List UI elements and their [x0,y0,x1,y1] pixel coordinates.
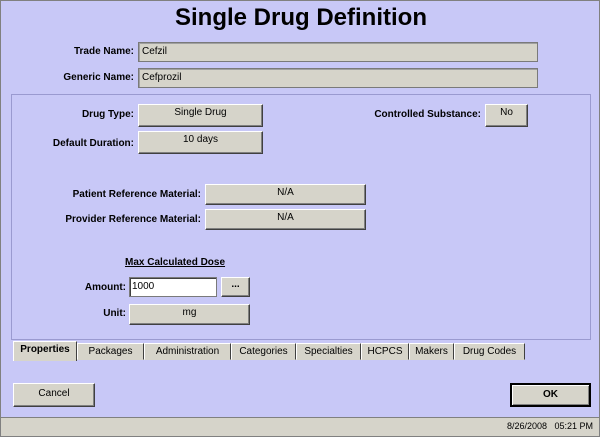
tab-properties[interactable]: Properties [13,341,77,361]
status-datetime: 8/26/2008 05:21 PM [506,421,593,431]
single-drug-definition-window: Single Drug Definition Trade Name: Cefzi… [0,0,600,437]
cancel-button[interactable]: Cancel [13,383,95,407]
tab-categories[interactable]: Categories [231,343,296,360]
controlled-substance-label: Controlled Substance: [374,109,481,120]
tab-packages[interactable]: Packages [77,343,144,360]
controlled-substance-button[interactable]: No [485,104,528,127]
drug-type-button[interactable]: Single Drug [138,104,263,127]
unit-button[interactable]: mg [129,304,250,325]
provider-reference-button[interactable]: N/A [205,209,366,230]
status-bar: 8/26/2008 05:21 PM [1,417,599,436]
trade-name-label: Trade Name: [73,46,134,57]
max-calculated-dose-heading: Max Calculated Dose [125,257,226,268]
generic-name-label: Generic Name: [63,72,134,83]
window-title: Single Drug Definition [175,4,427,31]
unit-label: Unit: [103,308,126,319]
provider-reference-label: Provider Reference Material: [65,214,201,225]
tab-specialties[interactable]: Specialties [296,343,361,360]
tab-drug-codes[interactable]: Drug Codes [454,343,525,360]
drug-type-label: Drug Type: [81,109,134,120]
amount-input[interactable]: 1000 [129,277,217,297]
tab-hcpcs[interactable]: HCPCS [361,343,409,360]
default-duration-label: Default Duration: [52,138,134,149]
patient-reference-label: Patient Reference Material: [72,189,201,200]
amount-browse-button[interactable]: ... [221,277,250,297]
default-duration-button[interactable]: 10 days [138,131,263,154]
ok-button[interactable]: OK [510,383,591,407]
trade-name-field[interactable]: Cefzil [138,42,538,62]
patient-reference-button[interactable]: N/A [205,184,366,205]
tab-makers[interactable]: Makers [409,343,454,360]
generic-name-field[interactable]: Cefprozil [138,68,538,88]
amount-label: Amount: [84,282,126,293]
tab-administration[interactable]: Administration [144,343,231,360]
